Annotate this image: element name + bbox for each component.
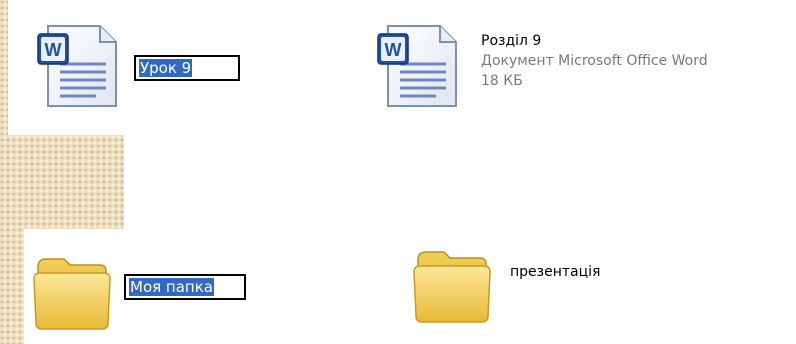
- file-type-description: Документ Microsoft Office Word: [481, 53, 708, 69]
- svg-text:W: W: [45, 40, 62, 60]
- svg-text:W: W: [385, 40, 402, 60]
- word-document-icon[interactable]: W: [370, 24, 464, 110]
- file-name-selected[interactable]: Моя папка: [129, 278, 214, 296]
- file-size: 18 КБ: [481, 73, 523, 89]
- folder-icon[interactable]: [30, 245, 116, 335]
- rename-field[interactable]: Моя папка: [124, 274, 246, 300]
- word-document-icon[interactable]: W: [30, 24, 124, 110]
- rename-field[interactable]: Урок 9: [134, 55, 240, 81]
- folder-icon[interactable]: [410, 238, 496, 328]
- folder-name[interactable]: презентація: [510, 264, 600, 281]
- file-name-selected[interactable]: Урок 9: [139, 59, 193, 77]
- file-name[interactable]: Розділ 9: [481, 33, 541, 50]
